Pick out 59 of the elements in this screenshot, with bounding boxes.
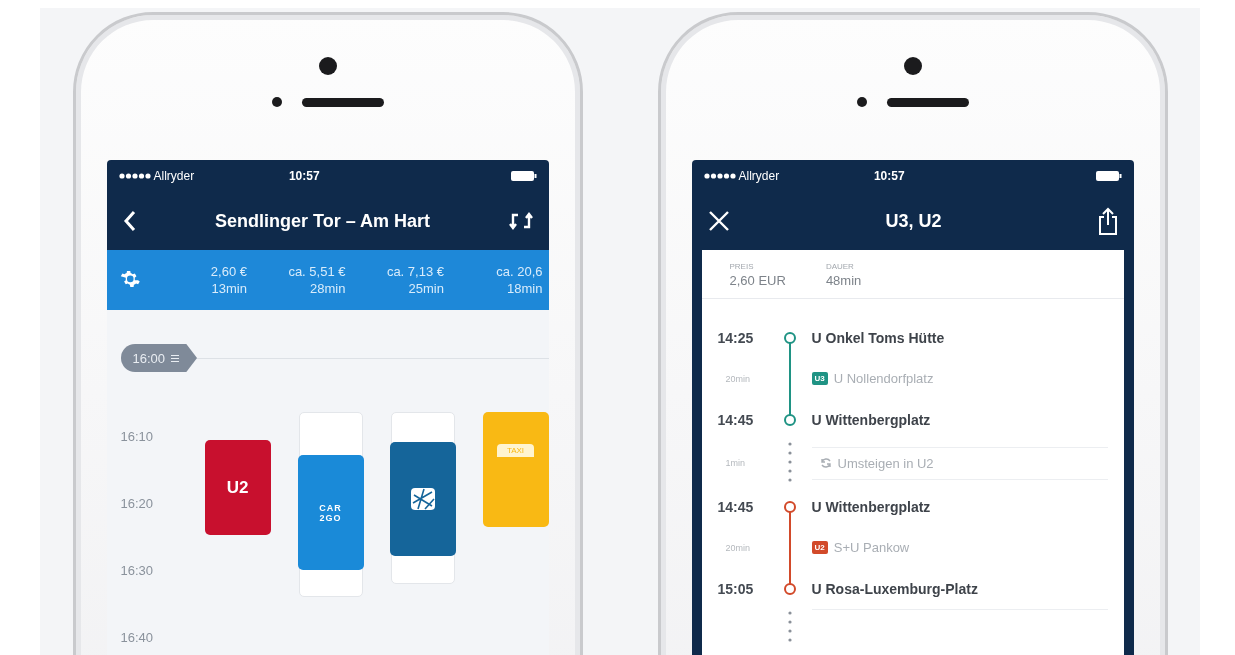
summary-value: 2,60 EUR bbox=[729, 273, 786, 288]
route-title: Sendlinger Tor – Am Hart bbox=[213, 210, 431, 232]
map-icon bbox=[409, 487, 436, 511]
carrier-name: Allryder bbox=[153, 169, 195, 183]
fare-option[interactable]: ca. 5,51 € 28min bbox=[253, 263, 352, 297]
direction-label: S+U Pankow bbox=[833, 540, 910, 555]
battery-icon bbox=[510, 171, 537, 181]
line-badge: U3 bbox=[811, 372, 828, 385]
battery-icon bbox=[1095, 171, 1122, 181]
ride-duration: 20min bbox=[724, 542, 751, 553]
camera-icon bbox=[903, 57, 922, 75]
taxi-card[interactable]: TAXI bbox=[482, 412, 549, 527]
transfer-label: Umsteigen in U2 bbox=[837, 455, 934, 471]
camera-icon bbox=[318, 57, 337, 75]
stop-name: U Rosa-Luxemburg-Platz bbox=[810, 580, 979, 597]
time-label: 16:20 bbox=[120, 495, 155, 513]
stop-time: 15:05 bbox=[717, 580, 755, 597]
summary-label: PREIS bbox=[729, 262, 755, 271]
carrier-name: Allryder bbox=[738, 169, 780, 183]
time-label: 16:10 bbox=[120, 428, 155, 446]
transfer-duration: 1min bbox=[724, 458, 746, 468]
line-card[interactable]: U2 bbox=[204, 440, 271, 535]
stop-name: U Wittenbergplatz bbox=[810, 411, 932, 428]
summary-label: DAUER bbox=[825, 262, 855, 271]
status-time: 10:57 bbox=[288, 169, 321, 183]
sensor-icon bbox=[271, 97, 282, 107]
taxi-sign: TAXI bbox=[496, 444, 535, 457]
signal-icon bbox=[703, 173, 736, 179]
bike-card[interactable] bbox=[389, 442, 456, 556]
time-label: 16:40 bbox=[120, 629, 155, 647]
signal-icon bbox=[118, 173, 151, 179]
stop-time: 14:45 bbox=[717, 411, 755, 428]
time-label: 16:30 bbox=[120, 562, 155, 580]
refresh-icon bbox=[819, 457, 832, 469]
carsharing-card[interactable]: CAR 2GO bbox=[297, 455, 364, 570]
direction-label: U Nollendorfplatz bbox=[833, 371, 934, 386]
route-title: U3, U2 bbox=[884, 210, 943, 232]
departure-marker[interactable]: 16:00 bbox=[120, 344, 198, 372]
fare-option[interactable]: 2,60 € 13min bbox=[154, 263, 253, 297]
logo-text: CAR bbox=[319, 502, 342, 513]
swap-button[interactable] bbox=[508, 211, 533, 231]
departure-time: 16:00 bbox=[132, 350, 166, 366]
logo-text: 2GO bbox=[319, 512, 342, 523]
line-label: U2 bbox=[226, 477, 249, 498]
share-button[interactable] bbox=[1097, 207, 1118, 235]
stop-name: U Onkel Toms Hütte bbox=[810, 329, 946, 346]
stop-time: 14:45 bbox=[717, 498, 755, 515]
fare-option[interactable]: ca. 20,6 18min bbox=[450, 263, 549, 297]
stop-name: U Wittenbergplatz bbox=[810, 498, 932, 515]
line-badge: U2 bbox=[811, 541, 828, 554]
fare-option[interactable]: ca. 7,13 € 25min bbox=[351, 263, 450, 297]
menu-icon bbox=[171, 353, 180, 363]
back-button[interactable] bbox=[122, 210, 137, 232]
status-time: 10:57 bbox=[873, 169, 906, 183]
sensor-icon bbox=[856, 97, 867, 107]
close-button[interactable] bbox=[707, 210, 730, 232]
stop-time: 14:25 bbox=[717, 329, 755, 346]
ride-duration: 20min bbox=[724, 373, 751, 384]
summary-value: 48min bbox=[825, 273, 862, 288]
